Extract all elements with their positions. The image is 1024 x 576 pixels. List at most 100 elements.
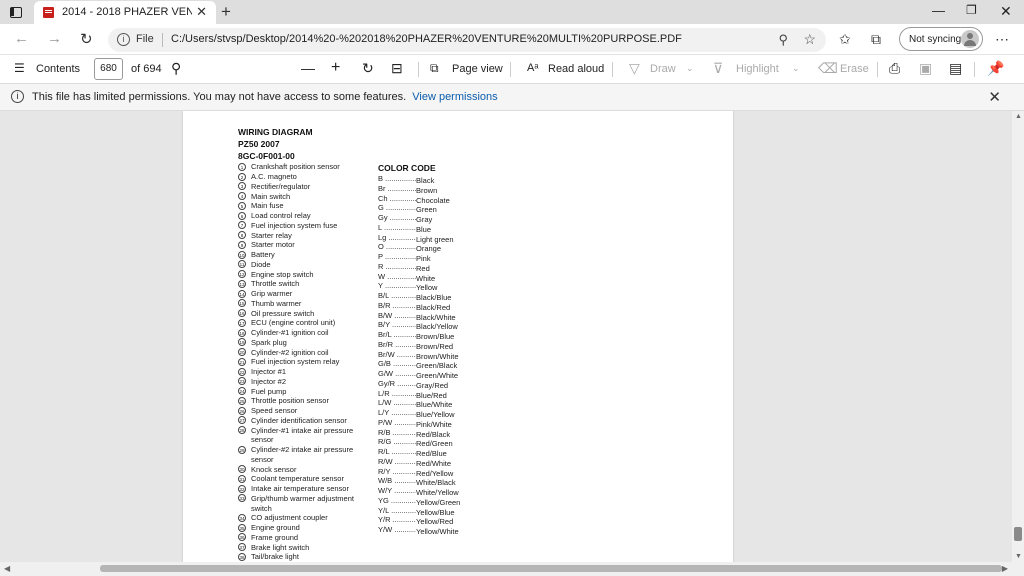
color-code-row: P/WPink/White [378,418,460,429]
zoom-icon[interactable]: ⚲ [778,32,788,48]
page-number-input[interactable]: 680 [94,58,123,80]
legend-label: Fuel injection system relay [251,357,340,367]
draw-icon[interactable]: ▽ [629,60,640,77]
legend-item: 18 Cylinder-#1 ignition coil [238,328,354,338]
zoom-out-icon[interactable]: — [301,60,315,76]
rotate-icon[interactable]: ↻ [362,60,374,77]
color-code-row: Y/W Yellow/White [378,525,460,536]
color-code-row: LBlue [378,223,460,234]
legend-label: Throttle switch [251,279,300,289]
scroll-up-icon[interactable]: ▲ [1015,113,1022,120]
color-code-row: ChChocolate [378,194,460,205]
color-code-abbrev: Y/L [378,506,416,515]
sync-button[interactable]: Not syncing [899,27,983,51]
new-tab-button[interactable]: + [221,2,231,22]
page-view-icon[interactable]: ⧉ [430,61,439,76]
search-icon[interactable]: ⚲ [171,60,181,77]
erase-icon[interactable]: ⌫ [818,60,838,77]
toolbar-separator [877,62,878,77]
legend-number: 27 [238,416,246,425]
legend-number: 13 [238,279,246,288]
color-code-value: R/W [378,456,393,466]
contents-icon[interactable]: ☰ [14,61,25,75]
erase-button[interactable]: Erase [840,63,869,75]
minimize-icon[interactable]: — [932,3,945,18]
color-code-value: R/Y [378,466,391,476]
color-code-abbrev: G/W [378,369,416,378]
scroll-thumb[interactable] [1014,527,1022,541]
window-close-icon[interactable]: ✕ [1000,3,1012,20]
save-icon[interactable]: ▣ [919,60,932,77]
highlight-icon[interactable]: ⊽ [713,60,723,77]
scroll-left-icon[interactable]: ◀ [4,564,10,573]
contents-button[interactable]: Contents [36,63,80,75]
read-aloud-icon[interactable]: Aᵃ [527,62,538,74]
permissions-message: This file has limited permissions. You m… [32,91,498,103]
collections-icon[interactable]: ⧉ [871,31,881,48]
page-view-button[interactable]: Page view [452,63,503,75]
legend-item: 12 Engine stop switch [238,269,354,279]
zoom-in-icon[interactable]: + [331,59,340,77]
chevron-down-icon[interactable]: ⌄ [792,63,800,74]
back-icon[interactable]: ← [14,30,29,47]
print-icon[interactable]: ⎙ [889,60,900,77]
url-box[interactable]: i File C:/Users/stvsp/Desktop/2014%20-%2… [108,28,826,52]
tab-actions-icon[interactable] [8,4,24,20]
favorites-icon[interactable]: ✩ [839,31,851,48]
refresh-icon[interactable]: ↻ [80,30,93,48]
color-code-value: Br/L [378,330,392,339]
legend-label: CO adjustment coupler [251,513,328,523]
chevron-down-icon[interactable]: ⌄ [686,63,694,74]
view-permissions-link[interactable]: View permissions [412,91,497,103]
url-text[interactable]: C:/Users/stvsp/Desktop/2014%20-%202018%2… [171,33,682,45]
document-title: WIRING DIAGRAM [238,127,313,137]
legend-label: Engine ground [251,523,300,533]
color-code-row: W/BWhite/Black [378,476,460,487]
draw-button[interactable]: Draw [650,63,676,75]
browser-tab[interactable]: 2014 - 2018 PHAZER VENTURE M ✕ [34,1,216,24]
legend-number: 38 [238,552,246,561]
document-code: 8GC-0F001-00 [238,151,295,161]
more-icon[interactable]: ⋯ [995,31,1009,48]
color-code-row: R/BRed/Black [378,427,460,439]
legend-item: 15 Thumb warmer [238,299,354,309]
color-code-value: L/R [378,388,390,398]
info-icon[interactable]: i [117,33,130,46]
legend-item: 7 Fuel injection system fuse [238,221,354,231]
scroll-right-icon[interactable]: ▶ [1002,564,1008,573]
highlight-button[interactable]: Highlight [736,63,779,75]
horizontal-scrollbar[interactable]: ◀ ▶ [0,562,1024,576]
color-code-abbrev: Br/R [378,340,416,349]
scroll-down-icon[interactable]: ▼ [1015,553,1022,560]
color-code-value: R/B [378,427,391,437]
legend-item: 6 Load control relay [238,211,354,221]
color-code-value: B/R [378,300,391,310]
favorite-star-icon[interactable]: ☆ [803,31,816,48]
save-as-icon[interactable]: ▤ [949,60,962,77]
vertical-scrollbar[interactable]: ▲ ▼ [1012,111,1024,562]
color-code-value: B/Y [378,320,390,330]
horizontal-scroll-thumb[interactable] [100,565,1002,572]
legend-item: 31 Coolant temperature sensor [238,474,354,484]
legend-number: 22 [238,367,246,376]
legend-label: Grip warmer [251,289,293,299]
color-code-row: Br/LBrown/Blue [378,330,460,341]
forward-icon[interactable]: → [47,30,62,47]
color-code-row: L/WBlue/White [378,398,460,409]
legend-label: Brake light switch [251,542,310,552]
color-code-row: Gy/RGray/Red [378,379,460,390]
restore-icon[interactable]: ❐ [966,3,977,17]
color-code-abbrev: R/L [378,447,416,456]
fit-page-icon[interactable]: ⊟ [391,60,403,77]
tab-close-icon[interactable]: ✕ [196,4,207,20]
legend-item: 21 Fuel injection system relay [238,357,354,367]
legend-label: Fuel pump [251,386,287,396]
color-code-value: B [378,174,384,183]
color-code-abbrev: Br/L [378,330,416,339]
color-code-value: Y/R [378,515,391,525]
read-aloud-button[interactable]: Read aloud [548,63,604,75]
pin-icon[interactable]: 📌 [987,60,1004,77]
legend-item: 36 Frame ground [238,533,354,543]
close-icon[interactable]: ✕ [988,88,1001,106]
color-code-row: R/YRed/Yellow [378,466,460,478]
